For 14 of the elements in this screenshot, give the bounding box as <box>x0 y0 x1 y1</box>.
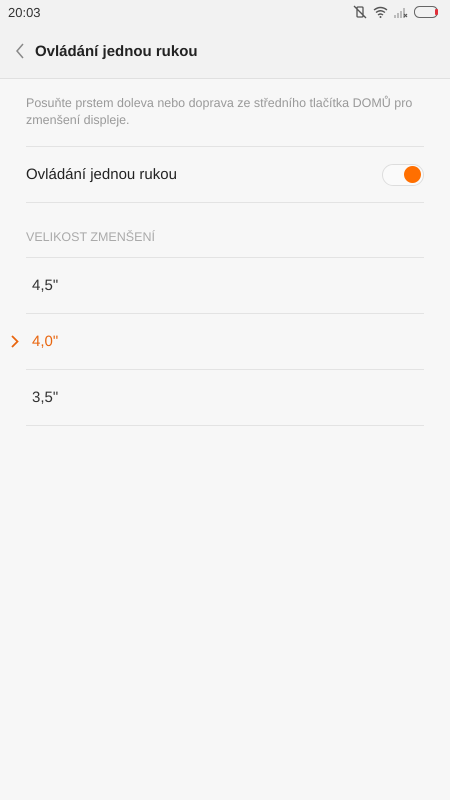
wifi-icon <box>373 6 388 18</box>
page-title: Ovládání jednou rukou <box>35 42 198 60</box>
toggle-switch[interactable] <box>382 164 424 186</box>
battery-icon <box>414 6 440 18</box>
size-option[interactable]: 4,5" <box>32 277 58 294</box>
toggle-label: Ovládání jednou rukou <box>26 166 177 183</box>
description-text: Posuňte prstem doleva nebo doprava ze středního tlačítka DOMŮ pro zmenšení displeje. <box>26 79 424 147</box>
status-time: 20:03 <box>8 4 41 20</box>
back-button[interactable] <box>15 43 25 59</box>
size-option[interactable]: 3,5" <box>32 389 58 406</box>
section-title: VELIKOST ZMENŠENÍ <box>26 230 155 244</box>
signal-icon <box>394 6 408 18</box>
chevron-icon <box>11 335 19 348</box>
vibrate-off-icon <box>353 5 367 19</box>
